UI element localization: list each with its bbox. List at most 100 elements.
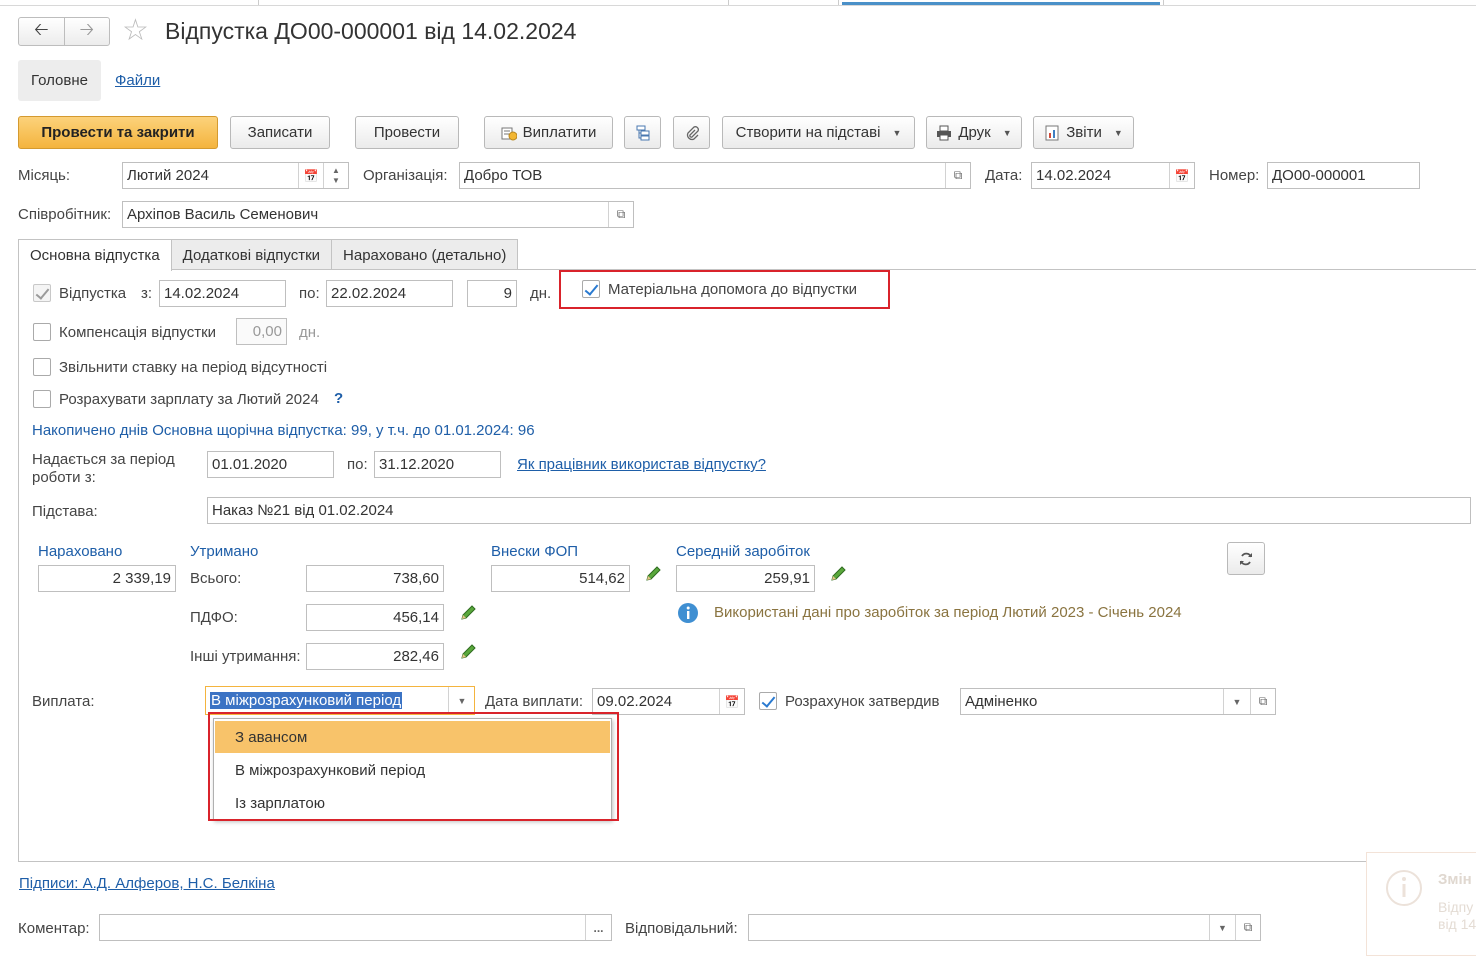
pencil-icon[interactable] bbox=[459, 604, 477, 622]
signatures-link[interactable]: Підписи: А.Д. Алферов, Н.С. Белкіна bbox=[19, 875, 275, 892]
vacation-days-field[interactable]: 9 bbox=[467, 280, 517, 307]
pdfo-label: ПДФО: bbox=[190, 609, 238, 626]
period-to-field[interactable]: 31.12.2020 bbox=[374, 451, 501, 478]
vacation-from-value: 14.02.2024 bbox=[164, 285, 240, 302]
accrued-value: 2 339,19 bbox=[112, 570, 171, 587]
date-field[interactable]: 14.02.2024 📅 bbox=[1031, 162, 1195, 189]
pencil-icon[interactable] bbox=[644, 565, 662, 583]
pencil-icon[interactable] bbox=[829, 565, 847, 583]
tab-accrued-detailed[interactable]: Нараховано (детально) bbox=[331, 239, 519, 270]
payment-type-select[interactable]: В міжрозрахунковий період ▼ bbox=[205, 686, 475, 715]
comment-ellipsis-button[interactable]: ... bbox=[585, 915, 611, 940]
organization-field[interactable]: Добро ТОВ ⧉ bbox=[459, 162, 971, 189]
pdfo-field[interactable]: 456,14 bbox=[306, 604, 444, 631]
pencil-icon[interactable] bbox=[459, 643, 477, 661]
employee-field[interactable]: Архіпов Василь Семенович ⧉ bbox=[122, 201, 634, 228]
withheld-total-value: 738,60 bbox=[393, 570, 439, 587]
material-help-label: Матеріальна допомога до відпустки bbox=[608, 281, 858, 298]
period-from-field[interactable]: 01.01.2020 bbox=[207, 451, 334, 478]
post-and-close-label: Провести та закрити bbox=[41, 124, 195, 141]
vacation-to-label: по: bbox=[299, 285, 320, 302]
approved-checkbox[interactable] bbox=[759, 692, 777, 710]
comment-label: Коментар: bbox=[18, 920, 90, 937]
organization-label: Організація: bbox=[363, 167, 448, 184]
refresh-button[interactable] bbox=[1227, 542, 1265, 575]
number-field[interactable]: ДО00-000001 bbox=[1267, 162, 1420, 189]
payment-date-field[interactable]: 09.02.2024 📅 bbox=[592, 688, 745, 715]
save-label: Записати bbox=[247, 124, 313, 141]
basis-field[interactable]: Наказ №21 від 01.02.2024 bbox=[207, 497, 1471, 524]
attach-button[interactable] bbox=[673, 116, 710, 149]
save-button[interactable]: Записати bbox=[230, 116, 330, 149]
vacation-to-field[interactable]: 22.02.2024 bbox=[326, 280, 453, 307]
avg-earnings-field[interactable]: 259,91 bbox=[676, 565, 815, 592]
open-icon[interactable]: ⧉ bbox=[1235, 915, 1260, 940]
number-value: ДО00-000001 bbox=[1272, 167, 1366, 184]
payment-type-value: В міжрозрахунковий період bbox=[210, 692, 403, 709]
material-help-checkbox[interactable] bbox=[582, 280, 600, 298]
how-used-link[interactable]: Як працівник використав відпустку? bbox=[517, 456, 766, 473]
date-value: 14.02.2024 bbox=[1036, 167, 1112, 184]
month-field[interactable]: Лютий 2024 📅 ▲ ▼ bbox=[122, 162, 349, 189]
calendar-icon[interactable]: 📅 bbox=[1169, 163, 1194, 188]
accumulated-days-text: Накопичено днів Основна щорічна відпустк… bbox=[32, 422, 535, 439]
pay-label: Виплатити bbox=[522, 124, 597, 141]
calendar-icon[interactable]: 📅 bbox=[298, 163, 323, 188]
accrued-title: Нараховано bbox=[38, 543, 123, 560]
vacation-label: Відпустка bbox=[59, 285, 127, 302]
chevron-down-icon[interactable]: ▼ bbox=[1223, 689, 1250, 714]
vacation-checkbox[interactable] bbox=[33, 284, 51, 302]
hierarchy-icon bbox=[636, 125, 649, 140]
open-icon[interactable]: ⧉ bbox=[608, 202, 633, 227]
print-button[interactable]: Друк ▼ bbox=[926, 116, 1022, 149]
compensation-days-field[interactable]: 0,00 bbox=[236, 318, 287, 345]
vacation-to-value: 22.02.2024 bbox=[331, 285, 407, 302]
structure-button[interactable] bbox=[624, 116, 661, 149]
responsible-field[interactable]: ▼ ⧉ bbox=[748, 914, 1261, 941]
reports-button[interactable]: Звіти ▼ bbox=[1033, 116, 1134, 149]
compensation-label: Компенсація відпустки bbox=[59, 324, 217, 341]
active-window-tab[interactable] bbox=[842, 2, 1160, 5]
post-and-close-button[interactable]: Провести та закрити bbox=[18, 116, 218, 149]
accrued-field: 2 339,19 bbox=[38, 565, 176, 592]
change-notification[interactable]: Змін Відпу від 14 bbox=[1366, 852, 1476, 956]
calc-salary-checkbox[interactable] bbox=[33, 390, 51, 408]
release-rate-checkbox[interactable] bbox=[33, 358, 51, 376]
chevron-down-icon[interactable]: ▼ bbox=[1209, 915, 1235, 940]
tab-main-vacation[interactable]: Основна відпустка bbox=[18, 239, 172, 271]
tab-main[interactable]: Головне bbox=[18, 60, 101, 101]
paperclip-icon bbox=[686, 125, 699, 140]
compensation-checkbox[interactable] bbox=[33, 323, 51, 341]
other-withheld-field[interactable]: 282,46 bbox=[306, 643, 444, 670]
tab-files[interactable]: Файли bbox=[115, 72, 160, 89]
history-navigation: 🡠 🡢 bbox=[18, 17, 110, 46]
back-arrow-icon[interactable]: 🡠 bbox=[19, 18, 65, 45]
chevron-down-icon[interactable]: ▼ bbox=[448, 687, 474, 714]
create-based-button[interactable]: Створити на підставі ▼ bbox=[722, 116, 915, 149]
tab-additional-vacations[interactable]: Додаткові відпустки bbox=[170, 239, 333, 270]
forward-arrow-icon[interactable]: 🡢 bbox=[65, 18, 110, 45]
post-button[interactable]: Провести bbox=[355, 116, 459, 149]
dropdown-highlight bbox=[208, 712, 619, 821]
month-stepper[interactable]: ▲ ▼ bbox=[323, 163, 348, 188]
days-unit-label: дн. bbox=[530, 285, 552, 302]
favorite-star-icon[interactable]: ☆ bbox=[122, 14, 149, 48]
chevron-down-icon: ▼ bbox=[1113, 127, 1123, 138]
reports-label: Звіти bbox=[1066, 124, 1102, 141]
calendar-icon[interactable]: 📅 bbox=[719, 689, 744, 714]
pay-button[interactable]: Виплатити bbox=[484, 116, 613, 149]
approved-by-field[interactable]: Адміненко ▼ ⧉ bbox=[960, 688, 1276, 715]
open-icon[interactable]: ⧉ bbox=[945, 163, 970, 188]
help-icon[interactable]: ? bbox=[334, 390, 343, 407]
comment-field[interactable]: ... bbox=[99, 914, 612, 941]
fop-field[interactable]: 514,62 bbox=[491, 565, 630, 592]
vacation-from-field[interactable]: 14.02.2024 bbox=[159, 280, 286, 307]
responsible-label: Відповідальний: bbox=[625, 920, 738, 937]
date-label: Дата: bbox=[985, 167, 1023, 184]
earnings-period-info: Використані дані про заробіток за період… bbox=[714, 604, 1182, 621]
print-label: Друк bbox=[958, 124, 991, 141]
chevron-down-icon: ▼ bbox=[892, 127, 902, 138]
open-icon[interactable]: ⧉ bbox=[1250, 689, 1275, 714]
vacation-days-value: 9 bbox=[503, 285, 512, 302]
window-tab-strip bbox=[0, 0, 1476, 6]
